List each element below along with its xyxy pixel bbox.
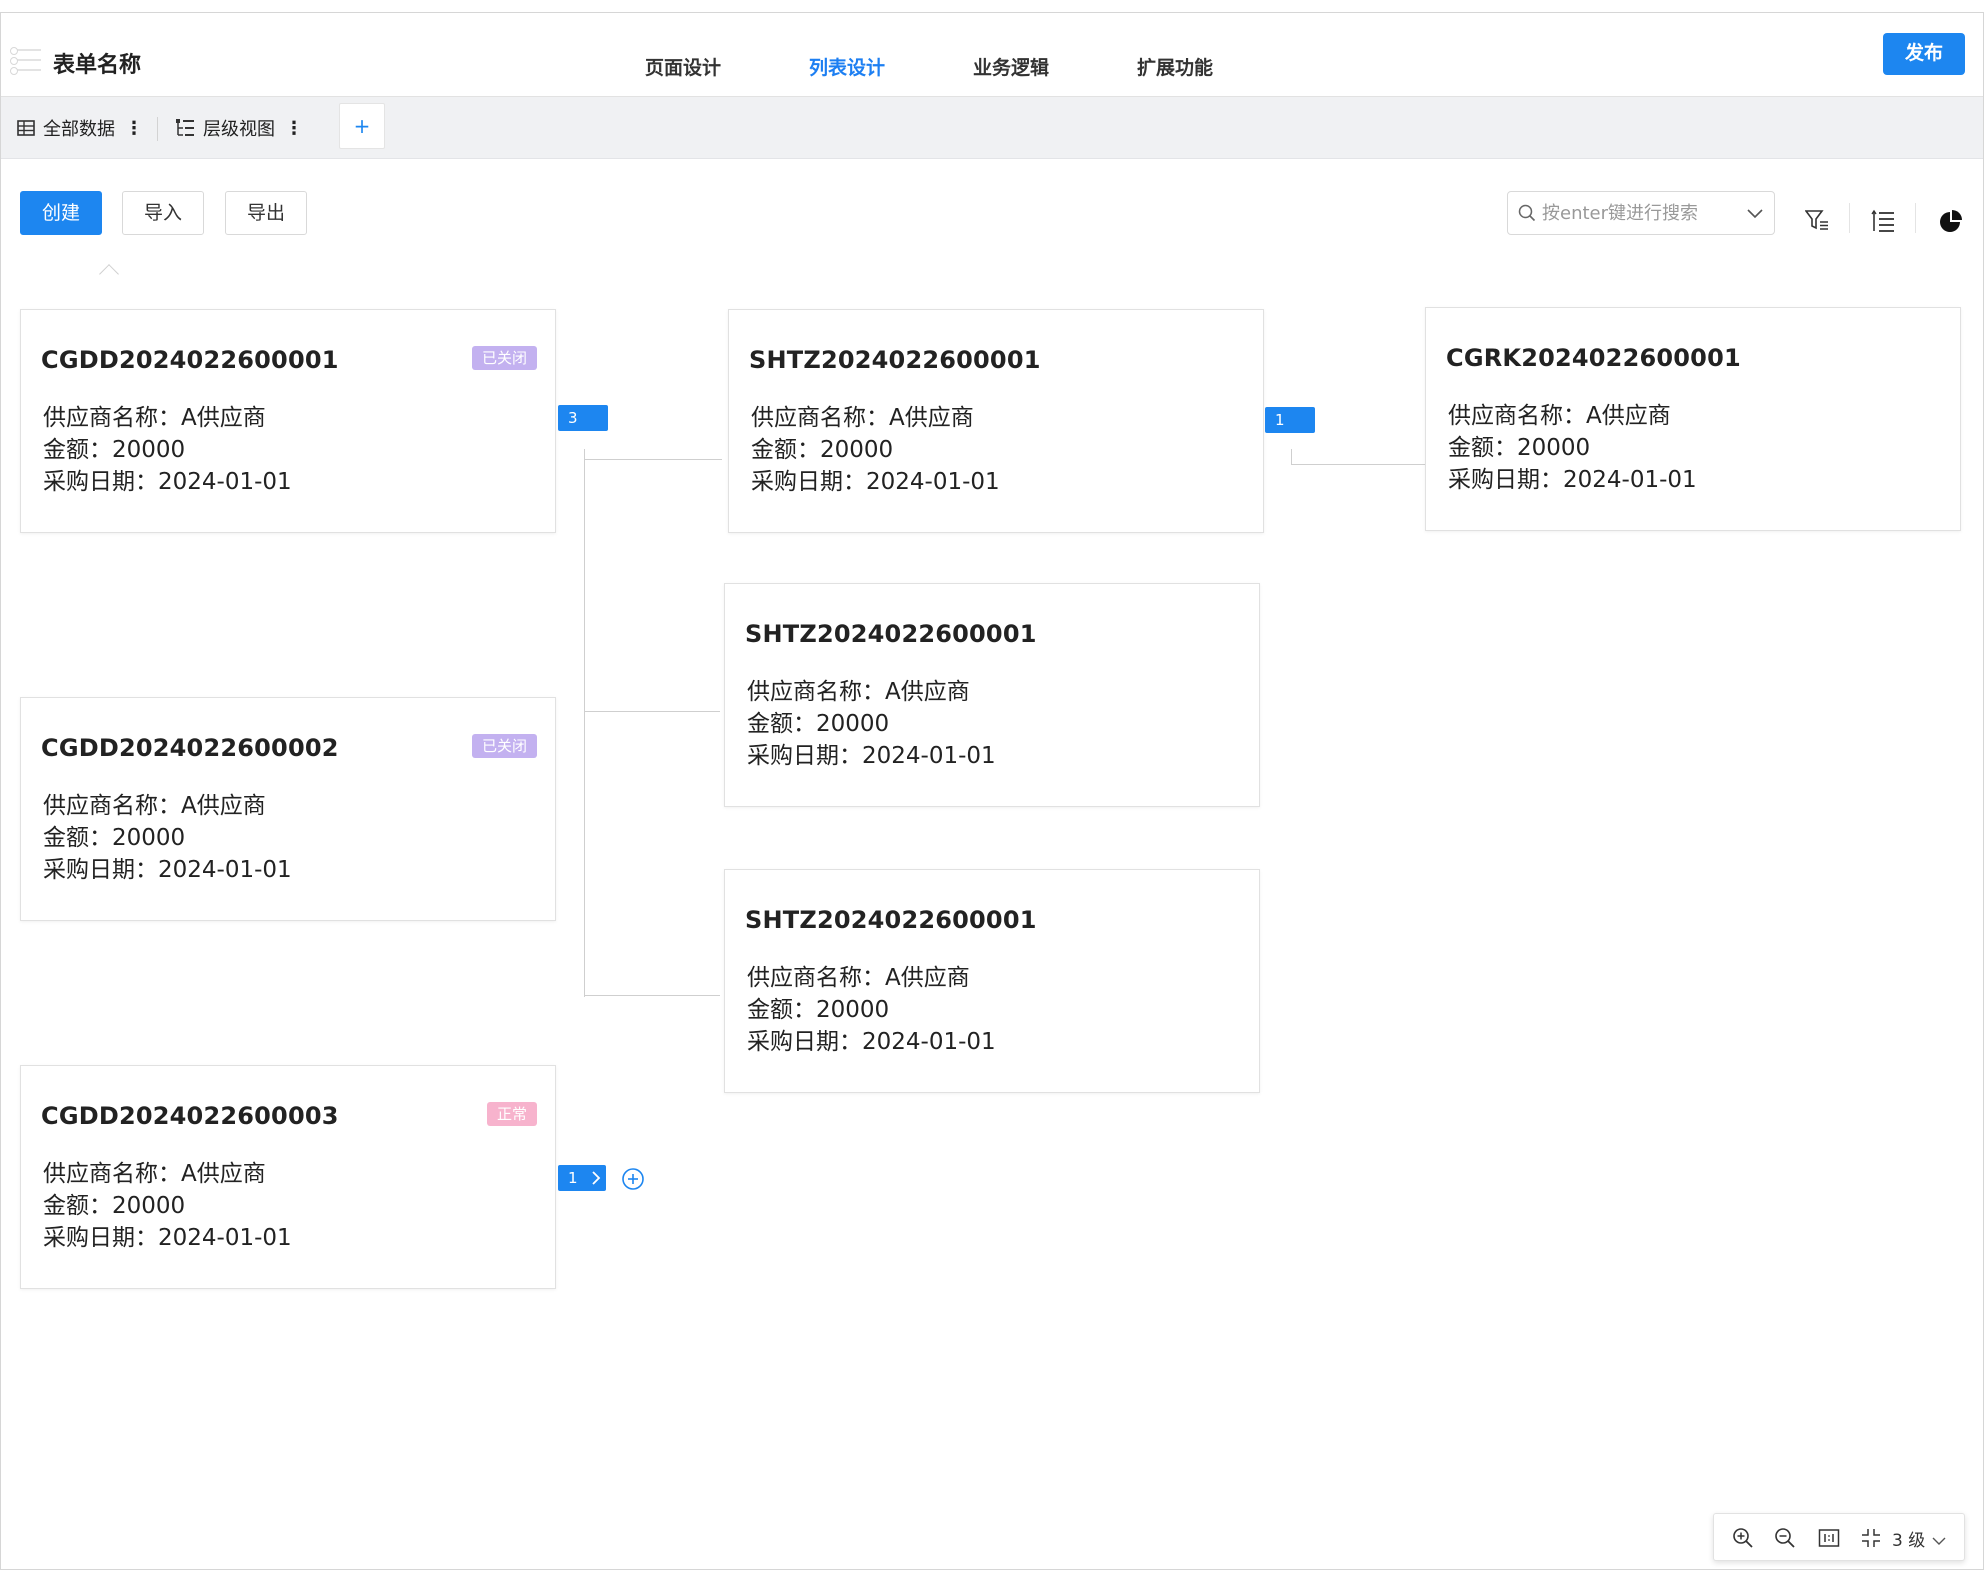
status-badge: 正常: [486, 1102, 537, 1126]
connector-line: [584, 711, 720, 712]
pie-chart-icon[interactable]: [1939, 209, 1963, 233]
amount-field: 金额：20000: [43, 1193, 186, 1219]
record-code: CGDD2024022600001: [41, 346, 339, 374]
toolbar-divider: [1849, 203, 1850, 233]
add-view-button[interactable]: +: [339, 103, 385, 149]
record-card[interactable]: CGDD2024022600002 已关闭 供应商名称：A供应商 金额：2000…: [20, 697, 556, 921]
tab-business-logic[interactable]: 业务逻辑: [929, 13, 1093, 97]
amount-field: 金额：20000: [1448, 435, 1591, 461]
level-value: 3 级: [1892, 1531, 1926, 1551]
search-icon: [1518, 204, 1536, 222]
amount-field: 金额：20000: [751, 437, 894, 463]
connector-line: [1291, 449, 1292, 465]
actual-size-icon[interactable]: [1818, 1527, 1840, 1549]
export-button[interactable]: 导出: [225, 191, 307, 235]
view-hierarchy[interactable]: 层级视图 ⋮: [175, 109, 303, 147]
table-icon: [17, 120, 35, 136]
record-card[interactable]: SHTZ2024022600001 供应商名称：A供应商 金额：20000 采购…: [728, 309, 1264, 533]
record-card[interactable]: CGRK2024022600001 供应商名称：A供应商 金额：20000 采购…: [1425, 307, 1961, 531]
view-more-icon[interactable]: ⋮: [125, 118, 143, 139]
amount-field: 金额：20000: [43, 825, 186, 851]
amount-field: 金额：20000: [747, 997, 890, 1023]
record-code: CGDD2024022600003: [41, 1102, 339, 1130]
create-button[interactable]: 创建: [20, 191, 102, 235]
view-bar: 全部数据 ⋮ 层级视图 ⋮ +: [1, 97, 1983, 159]
record-code: SHTZ2024022600001: [749, 346, 1041, 374]
toolbar-divider: [1915, 203, 1916, 233]
sort-list-icon[interactable]: [1871, 209, 1895, 233]
tree-icon: [176, 119, 194, 136]
zoom-in-icon[interactable]: [1732, 1527, 1754, 1549]
chevron-right-icon: [592, 1171, 601, 1185]
date-field: 采购日期：2024-01-01: [43, 469, 292, 495]
tab-page-design[interactable]: 页面设计: [601, 13, 765, 97]
record-code: CGRK2024022600001: [1446, 344, 1741, 372]
record-card[interactable]: CGDD2024022600001 已关闭 供应商名称：A供应商 金额：2000…: [20, 309, 556, 533]
view-all-data[interactable]: 全部数据 ⋮: [17, 109, 143, 147]
record-card[interactable]: SHTZ2024022600001 供应商名称：A供应商 金额：20000 采购…: [724, 583, 1260, 807]
connector-line: [584, 449, 585, 997]
zoom-out-icon[interactable]: [1774, 1527, 1796, 1549]
supplier-field: 供应商名称：A供应商: [43, 405, 266, 431]
amount-field: 金额：20000: [43, 437, 186, 463]
date-field: 采购日期：2024-01-01: [1448, 467, 1697, 493]
supplier-field: 供应商名称：A供应商: [43, 793, 266, 819]
app-frame: 表单名称 页面设计 列表设计 业务逻辑 扩展功能 发布 全部数据 ⋮ 层级视图 …: [0, 12, 1984, 1570]
expand-children-control[interactable]: 1: [558, 1165, 606, 1191]
supplier-field: 供应商名称：A供应商: [43, 1161, 266, 1187]
fit-screen-icon[interactable]: [1860, 1527, 1882, 1549]
record-card[interactable]: SHTZ2024022600001 供应商名称：A供应商 金额：20000 采购…: [724, 869, 1260, 1093]
search-input[interactable]: [1542, 198, 1742, 228]
record-code: SHTZ2024022600001: [745, 620, 1037, 648]
record-code: SHTZ2024022600001: [745, 906, 1037, 934]
view-all-data-label: 全部数据: [43, 119, 115, 140]
connector-line: [584, 459, 722, 460]
form-title: 表单名称: [53, 53, 142, 78]
date-field: 采购日期：2024-01-01: [747, 1029, 996, 1055]
child-count-badge[interactable]: 1: [1265, 407, 1315, 433]
connector-line: [1291, 464, 1425, 465]
date-field: 采购日期：2024-01-01: [43, 857, 292, 883]
add-child-icon[interactable]: [621, 1167, 645, 1191]
supplier-field: 供应商名称：A供应商: [751, 405, 974, 431]
child-count-label: 1: [568, 1169, 578, 1187]
level-selector[interactable]: 3 级: [1892, 1526, 1947, 1551]
chevron-down-icon[interactable]: [1746, 204, 1764, 222]
date-field: 采购日期：2024-01-01: [747, 743, 996, 769]
search-box[interactable]: [1507, 191, 1775, 235]
header-bar: 表单名称 页面设计 列表设计 业务逻辑 扩展功能 发布: [1, 13, 1983, 97]
amount-field: 金额：20000: [747, 711, 890, 737]
supplier-field: 供应商名称：A供应商: [747, 965, 970, 991]
publish-button[interactable]: 发布: [1883, 33, 1965, 75]
child-count-badge[interactable]: 3: [558, 405, 608, 431]
status-badge: 已关闭: [471, 734, 537, 758]
view-hierarchy-label: 层级视图: [203, 119, 275, 140]
status-badge: 已关闭: [471, 346, 537, 370]
tab-extensions[interactable]: 扩展功能: [1093, 13, 1257, 97]
date-field: 采购日期：2024-01-01: [751, 469, 1000, 495]
design-tabs: 页面设计 列表设计 业务逻辑 扩展功能: [601, 13, 1257, 97]
view-more-icon[interactable]: ⋮: [285, 118, 303, 139]
view-divider: [157, 117, 158, 141]
record-card[interactable]: CGDD2024022600003 正常 供应商名称：A供应商 金额：20000…: [20, 1065, 556, 1289]
list-menu-icon[interactable]: [10, 47, 41, 75]
record-code: CGDD2024022600002: [41, 734, 339, 762]
filter-icon[interactable]: [1805, 209, 1829, 231]
chevron-down-icon: [1932, 1537, 1946, 1545]
supplier-field: 供应商名称：A供应商: [747, 679, 970, 705]
tab-list-design[interactable]: 列表设计: [765, 13, 929, 97]
supplier-field: 供应商名称：A供应商: [1448, 403, 1671, 429]
date-field: 采购日期：2024-01-01: [43, 1225, 292, 1251]
zoom-controls: 3 级: [1713, 1513, 1965, 1561]
import-button[interactable]: 导入: [122, 191, 204, 235]
collapse-caret-icon[interactable]: [99, 264, 119, 284]
connector-line: [584, 995, 720, 996]
